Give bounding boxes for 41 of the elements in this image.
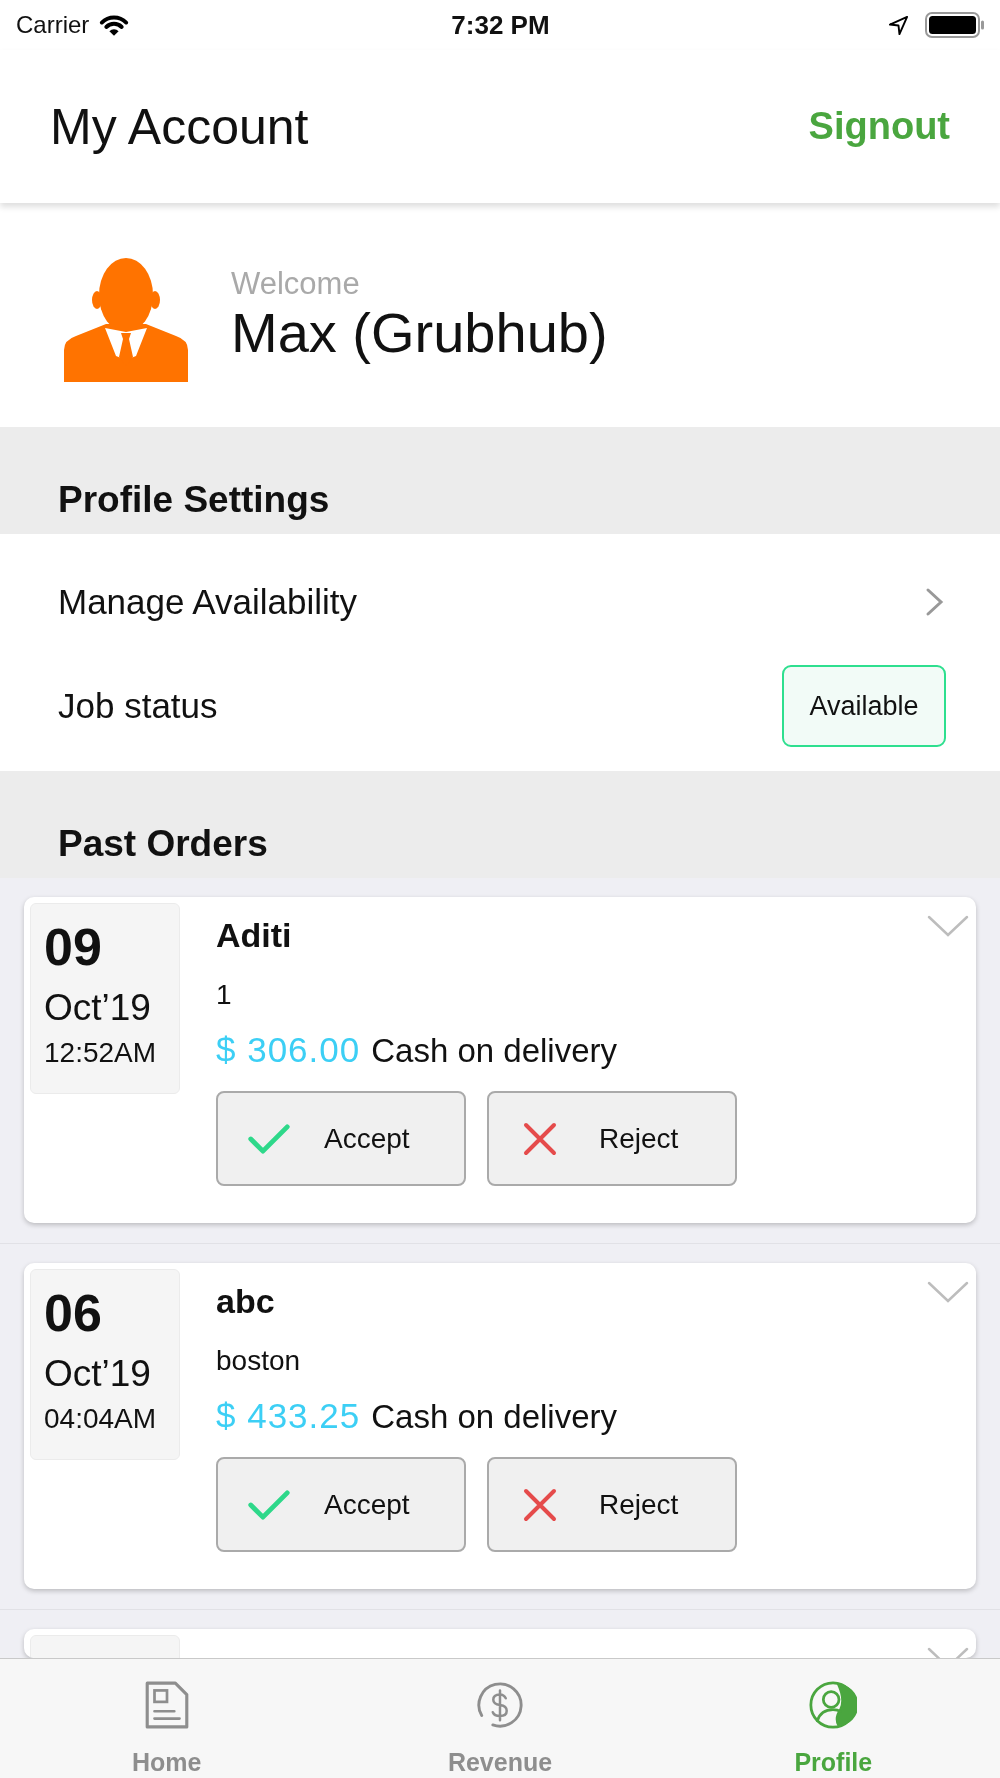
- chevron-down-icon[interactable]: [927, 1281, 969, 1303]
- customer-name: Aditi: [216, 915, 293, 955]
- order-month: Oct’19: [44, 986, 152, 1030]
- location-arrow-icon: [888, 14, 909, 36]
- order-address: boston: [216, 1344, 302, 1378]
- order-amount: $ 433.25: [216, 1396, 361, 1436]
- order-time: 12:52AM: [44, 1036, 158, 1070]
- battery-icon: [925, 12, 985, 38]
- order-address: 1: [216, 978, 233, 1012]
- close-icon: [523, 1121, 557, 1156]
- accept-button[interactable]: Accept: [216, 1091, 466, 1186]
- customer-name: abc: [216, 1281, 276, 1321]
- section-title: Profile Settings: [58, 478, 330, 522]
- check-icon: [247, 1487, 291, 1522]
- wifi-icon: [99, 13, 130, 37]
- order-month: Oct’19: [44, 1352, 152, 1396]
- welcome-label: Welcome: [231, 266, 361, 302]
- status-time: 7:32 PM: [451, 9, 550, 41]
- person-circle-icon: [809, 1680, 858, 1730]
- chevron-down-icon[interactable]: [927, 915, 969, 937]
- order-time: 04:04AM: [44, 1402, 158, 1436]
- user-name: Max (Grubhub): [231, 302, 608, 364]
- order-amount: $ 306.00: [216, 1030, 361, 1070]
- setting-label: Job status: [58, 686, 218, 726]
- check-icon: [247, 1121, 291, 1156]
- chevron-right-icon: [925, 587, 945, 617]
- dollar-circle-icon: [476, 1680, 524, 1730]
- order-day: 09: [44, 919, 179, 975]
- close-icon: [523, 1487, 557, 1522]
- reject-button[interactable]: Reject: [487, 1091, 737, 1186]
- carrier-label: Carrier: [16, 11, 90, 39]
- section-title: Past Orders: [58, 822, 268, 866]
- settings-item[interactable]: Manage Availability: [0, 550, 1000, 654]
- payment-method: Cash on delivery: [371, 1031, 618, 1071]
- person-silhouette-icon: [64, 258, 188, 382]
- order-day: 06: [44, 1285, 179, 1341]
- reject-button[interactable]: Reject: [487, 1457, 737, 1552]
- page-title: My Account: [50, 97, 309, 156]
- status-button[interactable]: Available: [782, 665, 946, 747]
- payment-method: Cash on delivery: [371, 1397, 618, 1437]
- accept-button[interactable]: Accept: [216, 1457, 466, 1552]
